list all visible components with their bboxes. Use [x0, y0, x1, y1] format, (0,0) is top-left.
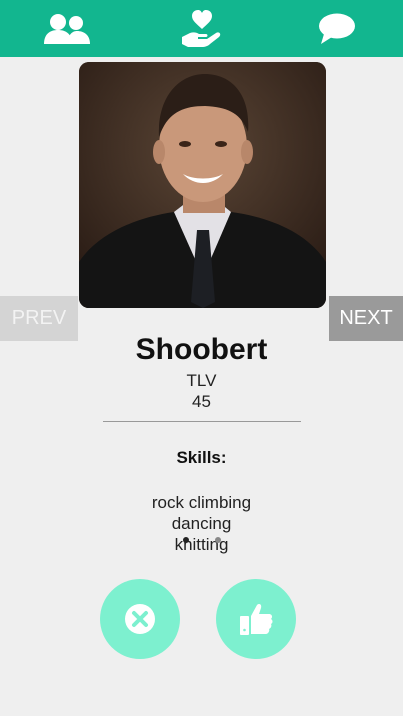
pager-dot-active [183, 537, 189, 543]
reject-button[interactable] [100, 579, 180, 659]
top-nav-bar [0, 0, 403, 57]
people-icon [44, 13, 90, 44]
people-nav-button[interactable] [27, 0, 107, 57]
thumbs-up-icon [240, 604, 273, 635]
pager-dot [215, 537, 221, 543]
profile-city: TLV [186, 371, 217, 390]
skills-list: rock climbing dancing knitting [0, 492, 403, 555]
skill-item: knitting [174, 535, 229, 554]
skill-item: rock climbing [151, 493, 252, 512]
heart-hand-icon [182, 9, 221, 47]
x-circle-icon [125, 604, 155, 634]
skill-item: dancing [171, 514, 232, 533]
profile-age: 45 [192, 392, 211, 411]
chat-bubble-icon [319, 13, 355, 44]
chat-nav-button[interactable] [297, 0, 377, 57]
divider [103, 421, 301, 422]
profile-photo [79, 62, 326, 308]
skills-title: Skills: [176, 448, 227, 467]
profile-name: Shoobert [135, 333, 268, 366]
care-nav-button[interactable] [162, 0, 242, 57]
like-button[interactable] [216, 579, 296, 659]
